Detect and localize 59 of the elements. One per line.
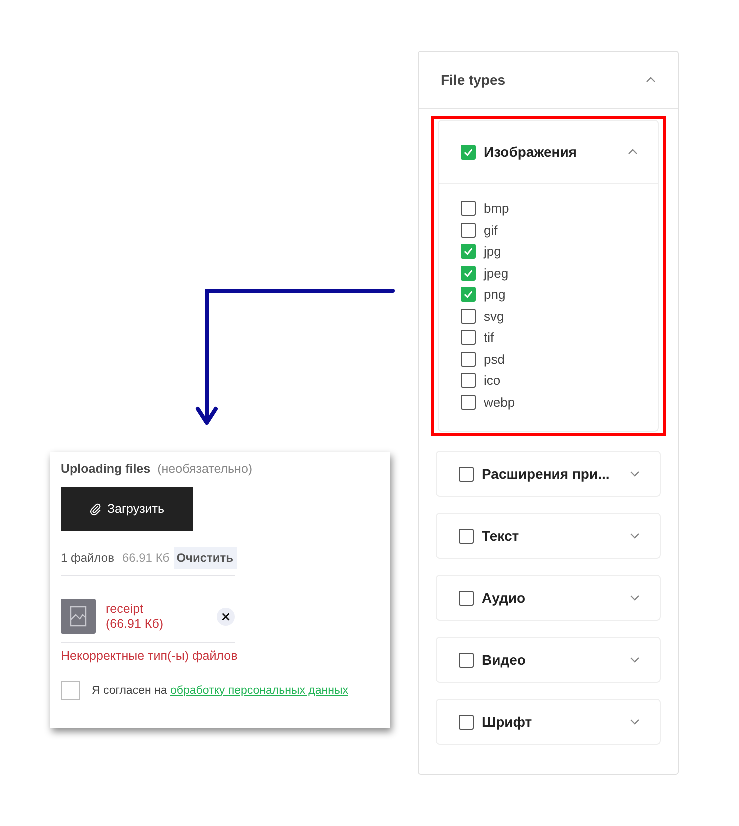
group-label[interactable]: Аудио — [482, 590, 622, 606]
error-message: Некорректные тип(-ы) файлов — [61, 649, 239, 663]
caret-down-icon[interactable] — [630, 719, 640, 725]
caret-down-icon[interactable] — [630, 595, 640, 601]
checkbox[interactable] — [461, 394, 476, 410]
checkbox[interactable] — [459, 466, 474, 482]
clear-button[interactable]: Очистить — [174, 547, 237, 569]
file-size: (66.91 Кб) — [106, 616, 165, 632]
file-name: receipt — [106, 602, 145, 616]
checkbox[interactable] — [459, 652, 474, 668]
checkbox[interactable] — [459, 714, 474, 730]
checkbox[interactable] — [461, 144, 476, 160]
upload-button[interactable]: Загрузить — [61, 487, 193, 531]
section-title: Uploading files — [61, 462, 151, 476]
checkbox[interactable] — [461, 308, 476, 324]
option-label[interactable]: ico — [484, 373, 501, 388]
option-label[interactable]: gif — [484, 222, 498, 238]
checkbox[interactable] — [461, 201, 476, 216]
checkbox[interactable] — [459, 528, 474, 544]
file-count: 1 файлов — [61, 551, 114, 565]
check-icon — [463, 146, 474, 158]
caret-down-icon[interactable] — [630, 533, 640, 539]
checkbox[interactable] — [461, 266, 476, 281]
checkbox[interactable] — [461, 373, 476, 388]
optional-note: (необязательно) — [158, 462, 253, 476]
image-file-icon — [61, 599, 96, 634]
caret-up-icon[interactable] — [628, 149, 638, 155]
checkbox[interactable] — [459, 590, 474, 606]
consent-text: Я согласен на обработку персональных данных — [92, 684, 348, 696]
paperclip-icon — [89, 502, 102, 516]
total-size: 66.91 Кб — [122, 551, 170, 565]
caret-down-icon[interactable] — [630, 657, 640, 663]
option-label[interactable]: png — [484, 287, 506, 302]
checkbox[interactable] — [461, 330, 476, 346]
option-label[interactable]: psd — [484, 352, 505, 367]
close-icon — [222, 612, 230, 620]
option-label[interactable]: bmp — [484, 201, 510, 216]
option-label[interactable]: jpg — [484, 244, 502, 260]
option-label[interactable]: jpeg — [484, 266, 509, 281]
checkbox[interactable] — [461, 222, 476, 238]
option-label[interactable]: svg — [484, 308, 504, 324]
group-label[interactable]: Текст — [482, 528, 622, 544]
checkbox[interactable] — [461, 244, 476, 260]
caret-up-icon[interactable] — [646, 77, 656, 83]
check-icon — [463, 246, 474, 258]
caret-down-icon[interactable] — [630, 471, 640, 477]
checkbox[interactable] — [461, 352, 476, 367]
close-button[interactable] — [217, 608, 235, 626]
group-label[interactable]: Расширения при... — [482, 466, 622, 482]
check-icon — [463, 268, 474, 279]
group-label[interactable]: Шрифт — [482, 714, 622, 730]
checkbox[interactable] — [61, 681, 80, 700]
checkbox[interactable] — [461, 287, 476, 302]
option-label[interactable]: tif — [484, 330, 494, 346]
panel-title: File types — [441, 72, 506, 88]
group-label[interactable]: Видео — [482, 652, 622, 668]
option-label[interactable]: webp — [484, 394, 516, 410]
group-label[interactable]: Изображения — [484, 144, 620, 160]
check-icon — [463, 289, 474, 300]
